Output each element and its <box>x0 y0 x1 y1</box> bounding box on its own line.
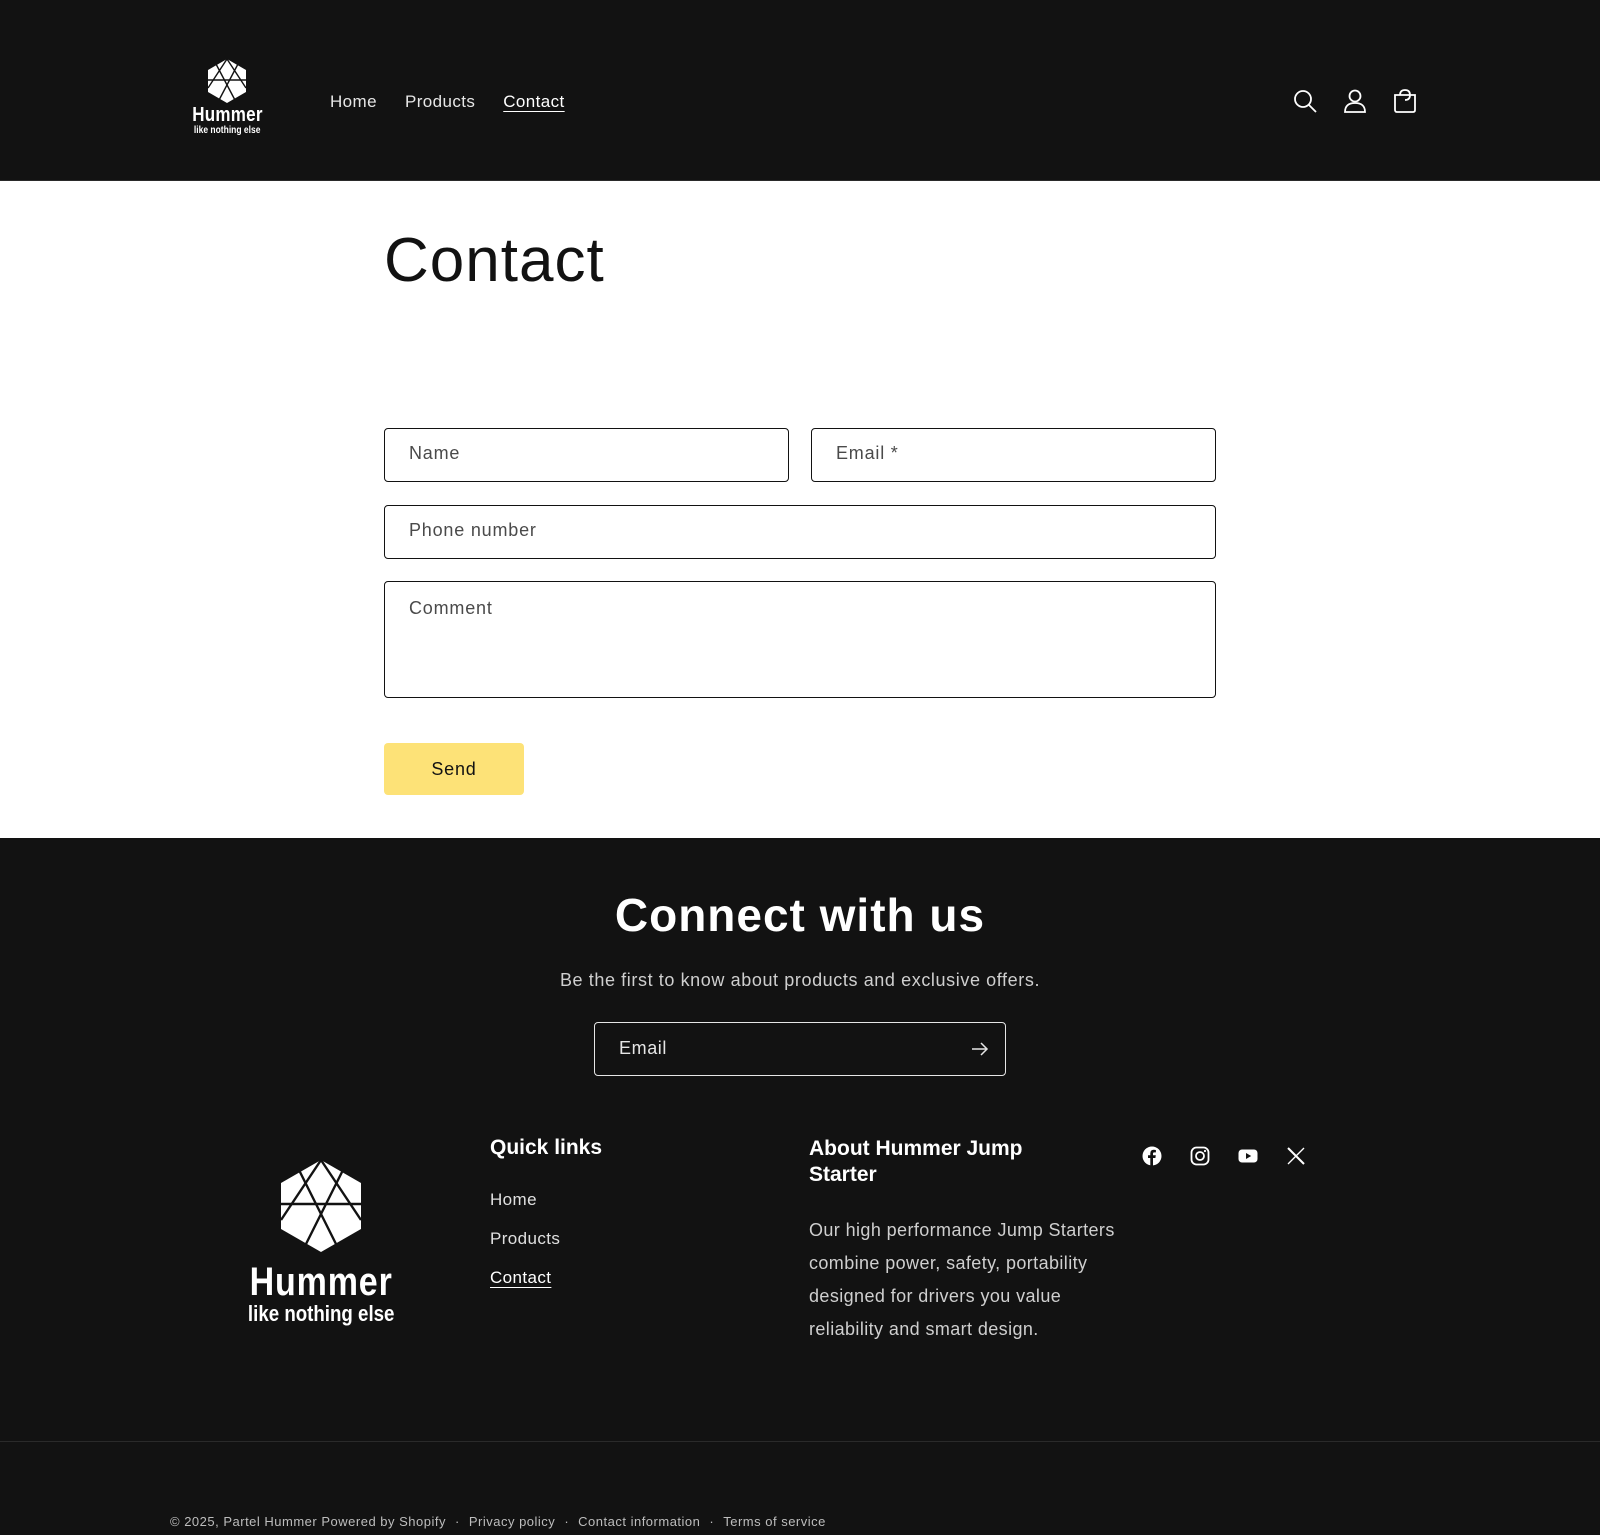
footer-logo[interactable]: Hummer like nothing else <box>240 1158 402 1328</box>
hexagon-logo-icon <box>280 1159 362 1252</box>
x-icon[interactable] <box>1286 1146 1306 1166</box>
powered-by-link[interactable]: Powered by Shopify <box>321 1514 446 1529</box>
quick-links-title: Quick links <box>490 1136 603 1159</box>
terms-of-service-link[interactable]: Terms of service <box>723 1514 826 1529</box>
phone-field[interactable]: Phone number <box>384 505 1216 559</box>
footer-link-contact[interactable]: Contact <box>490 1268 560 1288</box>
facebook-icon[interactable] <box>1142 1146 1162 1166</box>
comment-placeholder: Comment <box>409 598 493 618</box>
logo-brand: Hummer <box>191 104 263 126</box>
newsletter-title: Connect with us <box>614 889 986 941</box>
arrow-right-icon[interactable] <box>971 1041 989 1057</box>
footer-bottom-bar: © 2025, Partel Hummer Powered by Shopify… <box>170 1514 826 1529</box>
page-title: Contact <box>384 226 605 295</box>
separator: · <box>455 1514 460 1529</box>
newsletter-email-input[interactable]: Email <box>594 1022 1006 1076</box>
site-header: Hummer like nothing else Home Products C… <box>0 0 1600 181</box>
send-button[interactable]: Send <box>384 743 524 795</box>
name-placeholder: Name <box>409 443 461 463</box>
header-logo[interactable]: Hummer like nothing else <box>186 58 268 144</box>
header-icons <box>1292 88 1418 114</box>
about-text: Our high performance Jump Starters combi… <box>809 1220 1115 1339</box>
footer-divider <box>0 1441 1600 1442</box>
comment-field[interactable]: Comment <box>384 581 1216 698</box>
logo-tagline: like nothing else <box>193 125 261 136</box>
newsletter-subtitle: Be the first to know about products and … <box>559 970 1041 990</box>
contact-section: Contact Name Email * Phone number Commen… <box>0 181 1600 838</box>
nav-contact[interactable]: Contact <box>503 92 564 112</box>
search-icon[interactable] <box>1292 88 1318 114</box>
newsletter-email-placeholder: Email <box>619 1038 668 1058</box>
footer-logo-brand: Hummer <box>249 1260 393 1304</box>
footer-logo-tagline: like nothing else <box>247 1301 395 1326</box>
main-nav: Home Products Contact <box>330 92 565 112</box>
name-field[interactable]: Name <box>384 428 789 482</box>
hexagon-logo-icon <box>207 58 247 103</box>
social-links <box>1142 1146 1306 1166</box>
email-placeholder: Email * <box>836 443 899 463</box>
separator: · <box>564 1514 570 1529</box>
email-field[interactable]: Email * <box>811 428 1216 482</box>
instagram-icon[interactable] <box>1190 1146 1210 1166</box>
nav-products[interactable]: Products <box>405 92 475 112</box>
footer-link-home[interactable]: Home <box>490 1190 560 1210</box>
account-icon[interactable] <box>1342 88 1368 114</box>
separator: · <box>709 1514 715 1529</box>
nav-home[interactable]: Home <box>330 92 377 112</box>
youtube-icon[interactable] <box>1238 1146 1258 1166</box>
phone-placeholder: Phone number <box>409 520 537 540</box>
privacy-policy-link[interactable]: Privacy policy <box>469 1514 555 1529</box>
cart-icon[interactable] <box>1392 88 1418 114</box>
about-title: About Hummer Jump Starter <box>809 1137 1023 1186</box>
contact-information-link[interactable]: Contact information <box>578 1514 700 1529</box>
quick-links-list: Home Products Contact <box>490 1190 560 1307</box>
site-footer: Connect with us Be the first to know abo… <box>0 838 1600 1535</box>
footer-link-products[interactable]: Products <box>490 1229 560 1249</box>
copyright-text: © 2025, Partel Hummer <box>170 1514 318 1529</box>
